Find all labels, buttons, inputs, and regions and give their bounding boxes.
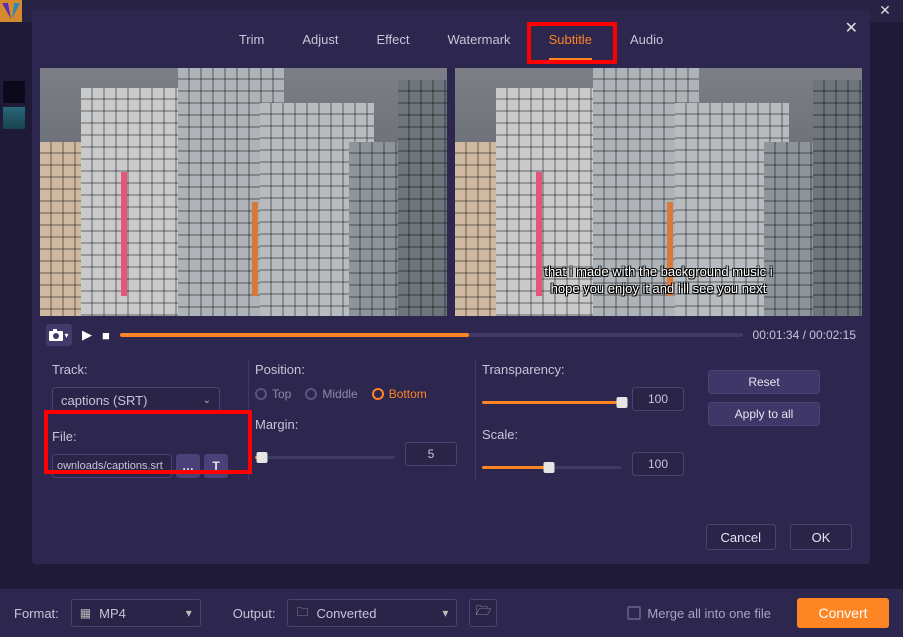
position-radio-top[interactable]: Top <box>255 387 291 401</box>
merge-checkbox[interactable] <box>627 606 641 620</box>
cancel-button[interactable]: Cancel <box>706 524 776 550</box>
margin-slider[interactable] <box>255 456 395 459</box>
subtitle-line: hope you enjoy it and i'll see you next <box>455 280 862 298</box>
track-panel: Track: captions (SRT) ⌄ File: ownloads/c… <box>46 356 248 484</box>
scale-slider[interactable] <box>482 466 622 469</box>
timecode: 00:01:34 / 00:02:15 <box>753 328 856 342</box>
output-select[interactable]: 🗀 Converted ▾ <box>287 599 457 627</box>
track-label: Track: <box>52 362 232 377</box>
margin-label: Margin: <box>255 417 459 432</box>
format-label: Format: <box>14 606 59 621</box>
tab-effect[interactable]: Effect <box>376 28 409 60</box>
transparency-panel: Transparency: 100 Scale: 100 <box>476 356 702 484</box>
merge-option[interactable]: Merge all into one file <box>627 606 771 621</box>
timeline-slider[interactable] <box>120 333 743 337</box>
position-radio-bottom[interactable]: Bottom <box>372 387 427 401</box>
subtitle-overlay: that i made with the background music i … <box>455 263 862 298</box>
chevron-down-icon: ⌄ <box>203 395 211 406</box>
preview-original <box>40 68 447 316</box>
position-label: Position: <box>255 362 459 377</box>
media-thumb[interactable] <box>2 80 26 104</box>
footer-bar: Format: ▦ MP4 ▾ Output: 🗀 Converted ▾ 🗁 … <box>0 589 903 637</box>
tab-trim[interactable]: Trim <box>239 28 265 60</box>
snapshot-button[interactable]: ▾ <box>46 324 72 346</box>
ok-button[interactable]: OK <box>790 524 852 550</box>
editor-tabs: Trim Adjust Effect Watermark Subtitle Au… <box>32 10 870 60</box>
tab-audio[interactable]: Audio <box>630 28 663 60</box>
position-panel: Position: Top Middle Bottom Margin: 5 <box>249 356 475 484</box>
format-select[interactable]: ▦ MP4 ▾ <box>71 599 201 627</box>
editor-frame: ✕ Trim Adjust Effect Watermark Subtitle … <box>32 10 870 564</box>
video-icon: ▦ <box>80 606 91 620</box>
reset-button[interactable]: Reset <box>708 370 820 394</box>
text-style-button[interactable]: T <box>204 454 228 478</box>
file-path-field[interactable]: ownloads/captions.srt <box>52 454 172 478</box>
margin-value[interactable]: 5 <box>405 442 457 466</box>
folder-icon: 🗀 <box>296 603 308 624</box>
chevron-down-icon: ▾ <box>64 331 68 340</box>
stop-button[interactable]: ■ <box>102 328 110 343</box>
open-output-folder-button[interactable]: 🗁 <box>469 599 497 627</box>
scale-value[interactable]: 100 <box>632 452 684 476</box>
tab-adjust[interactable]: Adjust <box>302 28 338 60</box>
file-label: File: <box>52 429 232 444</box>
subtitle-line: that i made with the background music i <box>455 263 862 281</box>
chevron-down-icon: ▾ <box>186 606 192 620</box>
browse-file-button[interactable]: … <box>176 454 200 478</box>
preview-output: that i made with the background music i … <box>455 68 862 316</box>
dialog-buttons: Cancel OK <box>706 524 852 550</box>
app-logo <box>0 0 22 22</box>
track-select[interactable]: captions (SRT) ⌄ <box>52 387 220 413</box>
convert-button[interactable]: Convert <box>797 598 889 628</box>
settings-panels: Track: captions (SRT) ⌄ File: ownloads/c… <box>32 346 870 484</box>
apply-to-all-button[interactable]: Apply to all <box>708 402 820 426</box>
preview-row: that i made with the background music i … <box>32 68 870 316</box>
position-radio-middle[interactable]: Middle <box>305 387 357 401</box>
output-label: Output: <box>233 606 276 621</box>
scale-label: Scale: <box>482 427 686 442</box>
folder-open-icon: 🗁 <box>475 602 491 624</box>
tab-watermark[interactable]: Watermark <box>447 28 510 60</box>
action-buttons-panel: Reset Apply to all <box>702 356 856 484</box>
timeline-row: ▾ ▶ ■ 00:01:34 / 00:02:15 <box>32 316 870 346</box>
transparency-slider[interactable] <box>482 401 622 404</box>
transparency-value[interactable]: 100 <box>632 387 684 411</box>
tab-subtitle[interactable]: Subtitle <box>549 28 592 60</box>
media-thumb[interactable] <box>2 106 26 130</box>
transparency-label: Transparency: <box>482 362 686 377</box>
timeline-progress <box>120 333 469 337</box>
chevron-down-icon: ▾ <box>442 606 448 620</box>
window-close-icon[interactable]: ✕ <box>873 2 897 19</box>
media-thumb-strip <box>2 80 26 130</box>
play-button[interactable]: ▶ <box>82 327 92 343</box>
